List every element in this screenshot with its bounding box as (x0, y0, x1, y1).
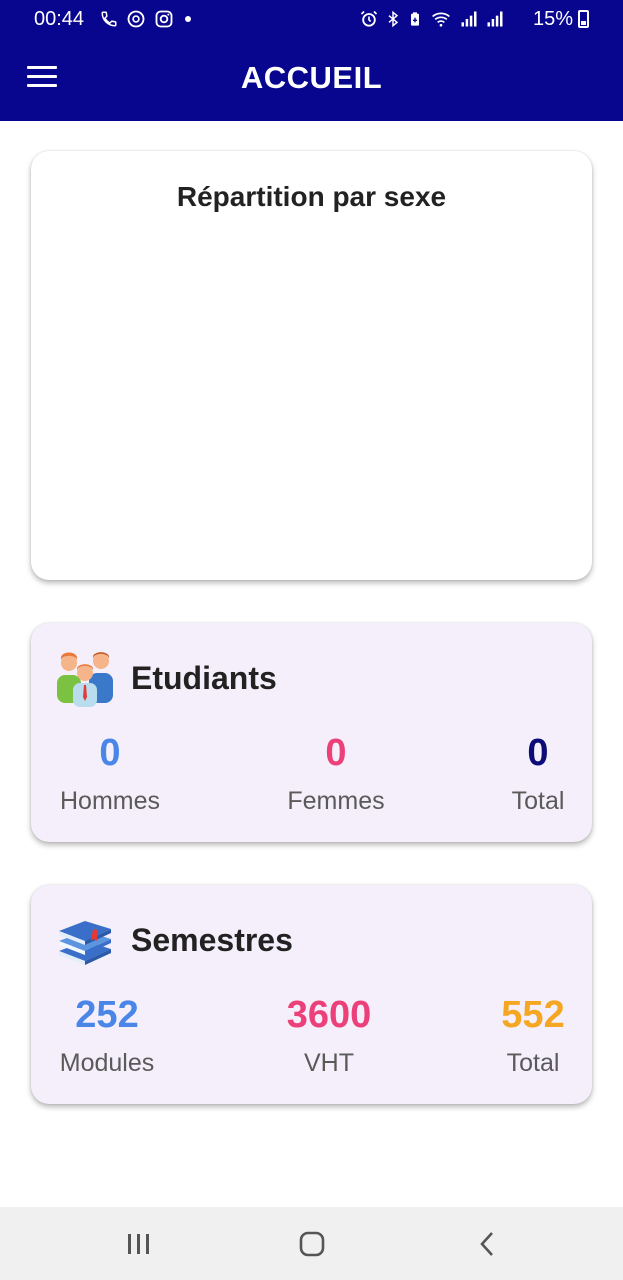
students-group-icon (57, 652, 113, 707)
wifi-icon (432, 12, 450, 27)
app-bar: ACCUEIL (0, 40, 623, 121)
stat-label: Total (511, 787, 565, 815)
battery-percent: 15% (532, 8, 573, 30)
chart-area (51, 231, 572, 560)
dot-icon (185, 16, 191, 22)
status-time: 00:44 (34, 8, 85, 30)
system-nav-bar (0, 1207, 623, 1280)
stat-value: 3600 (286, 994, 372, 1036)
bluetooth-icon (388, 10, 399, 28)
students-card: Etudiants 0 Hommes 0 Femmes 0 Total (31, 623, 592, 842)
semesters-stat-total: 552 Total (453, 993, 613, 1078)
home-icon[interactable] (297, 1229, 327, 1259)
stat-value: 0 (527, 732, 549, 774)
semesters-card: Semestres 252 Modules 3600 VHT 552 Total (31, 885, 592, 1104)
books-stack-icon (59, 921, 111, 965)
status-right-icons (359, 9, 505, 29)
stat-label: VHT (304, 1049, 354, 1077)
battery-icon (578, 10, 589, 28)
chart-title: Répartition par sexe (176, 181, 447, 212)
stat-label: Hommes (59, 787, 160, 815)
recents-icon[interactable] (124, 1229, 154, 1259)
stat-label: Femmes (287, 787, 385, 815)
students-stat-total: 0 Total (458, 731, 618, 816)
instagram-icon (155, 10, 173, 28)
status-left-icons (100, 9, 194, 29)
stat-value: 0 (99, 732, 121, 774)
gender-chart-card: Répartition par sexe (31, 151, 592, 580)
signal-icon (461, 11, 477, 27)
back-icon[interactable] (473, 1229, 503, 1259)
phone-icon (101, 11, 117, 27)
students-stat-men: 0 Hommes (30, 731, 190, 816)
stat-label: Modules (59, 1049, 155, 1077)
semesters-title: Semestres (131, 922, 293, 958)
status-bar: 00:44 15% (0, 0, 623, 40)
stat-value: 552 (501, 994, 565, 1036)
semesters-stat-vht: 3600 VHT (249, 993, 409, 1078)
students-stat-women: 0 Femmes (256, 731, 416, 816)
page-title: ACCUEIL (240, 60, 383, 95)
threads-icon (127, 10, 145, 28)
students-title: Etudiants (131, 660, 277, 696)
stat-value: 0 (325, 732, 347, 774)
stat-label: Total (506, 1049, 560, 1077)
alarm-icon (360, 10, 378, 27)
stat-value: 252 (75, 994, 139, 1036)
battery-saver-icon (411, 12, 419, 26)
signal-icon (487, 11, 503, 27)
semesters-stat-modules: 252 Modules (27, 993, 187, 1078)
